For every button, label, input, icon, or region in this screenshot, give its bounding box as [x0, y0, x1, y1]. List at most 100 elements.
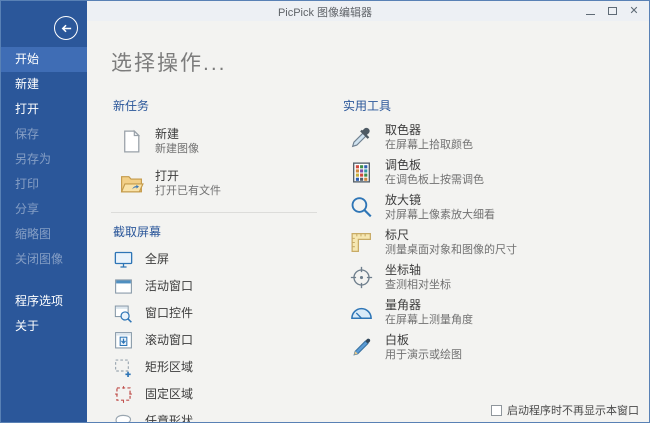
item-crosshair[interactable]: 坐标轴查测相对坐标: [341, 260, 591, 295]
sidebar-item-save-as: 另存为: [1, 147, 87, 172]
item-label: 滚动窗口: [145, 333, 193, 348]
section-header-utilities: 实用工具: [343, 97, 591, 114]
back-arrow-icon: [60, 22, 73, 35]
sidebar-bottom-items: 程序选项关于: [1, 289, 87, 339]
section-header-new-task: 新任务: [113, 97, 325, 114]
item-sublabel: 对屏幕上像素放大细看: [385, 208, 495, 222]
sidebar-item-save: 保存: [1, 122, 87, 147]
item-sublabel: 打开已有文件: [155, 184, 221, 198]
window-magnifier-icon: [113, 303, 134, 324]
minimize-button[interactable]: [579, 1, 601, 21]
item-text: 全屏: [145, 252, 169, 267]
item-rectangle-area[interactable]: 矩形区域: [111, 354, 325, 381]
scrolling-window-icon: [113, 330, 134, 351]
monitor-icon: [113, 249, 134, 270]
maximize-icon: [608, 7, 617, 15]
item-sublabel: 用于演示或绘图: [385, 348, 462, 362]
startup-checkbox[interactable]: [491, 405, 502, 416]
item-fullscreen[interactable]: 全屏: [111, 246, 325, 273]
column-right: 实用工具取色器在屏幕上拾取颜色调色板在调色板上按需调色放大镜对屏幕上像素放大细看…: [341, 93, 591, 423]
close-icon: ✕: [629, 6, 638, 17]
item-new-image[interactable]: 新建新建图像: [111, 120, 325, 162]
close-button[interactable]: ✕: [623, 1, 645, 21]
magnifier-icon: [349, 195, 374, 220]
item-text: 标尺测量桌面对象和图像的尺寸: [385, 228, 517, 257]
item-scrolling-window[interactable]: 滚动窗口: [111, 327, 325, 354]
item-active-window[interactable]: 活动窗口: [111, 273, 325, 300]
active-window-icon: [113, 276, 134, 297]
item-label: 活动窗口: [145, 279, 193, 294]
item-label: 坐标轴: [385, 263, 451, 278]
item-label: 取色器: [385, 123, 473, 138]
item-label: 调色板: [385, 158, 484, 173]
ruler-icon: [349, 230, 374, 255]
back-button[interactable]: [54, 16, 78, 40]
fixed-region-icon: [113, 384, 134, 405]
sidebar-item-thumbnail: 缩略图: [1, 222, 87, 247]
sidebar-main-items: 开始新建打开保存另存为打印分享缩略图关闭图像: [1, 47, 87, 272]
item-text: 活动窗口: [145, 279, 193, 294]
startup-checkbox-label: 启动程序时不再显示本窗口: [507, 402, 639, 418]
open-folder-icon: [119, 171, 144, 196]
item-window-control[interactable]: 窗口控件: [111, 300, 325, 327]
item-color-palette[interactable]: 调色板在调色板上按需调色: [341, 155, 591, 190]
sidebar-item-new[interactable]: 新建: [1, 72, 87, 97]
picpick-window: PicPick 图像编辑器 ✕ 开始新建打开保存另存为打印分享缩略图关闭图像 程…: [0, 0, 650, 423]
item-label: 任意形状: [145, 414, 193, 423]
sidebar-item-start[interactable]: 开始: [1, 47, 87, 72]
item-label: 窗口控件: [145, 306, 193, 321]
item-text: 任意形状: [145, 414, 193, 423]
rectangle-select-icon: [113, 357, 134, 378]
page-title: 选择操作...: [111, 47, 649, 77]
item-ruler[interactable]: 标尺测量桌面对象和图像的尺寸: [341, 225, 591, 260]
item-label: 白板: [385, 333, 462, 348]
item-text: 打开打开已有文件: [155, 169, 221, 198]
new-document-icon: [119, 129, 144, 154]
window-controls: ✕: [579, 1, 645, 21]
sidebar-item-print: 打印: [1, 172, 87, 197]
section-header-screen-capture: 截取屏幕: [113, 223, 325, 240]
column-left: 新任务新建新建图像打开打开已有文件截取屏幕全屏活动窗口窗口控件滚动窗口矩形区域固…: [111, 93, 325, 423]
item-text: 窗口控件: [145, 306, 193, 321]
item-sublabel: 测量桌面对象和图像的尺寸: [385, 243, 517, 257]
eyedropper-icon: [349, 125, 374, 150]
sidebar-item-program-options[interactable]: 程序选项: [1, 289, 87, 314]
startup-checkbox-row[interactable]: 启动程序时不再显示本窗口: [491, 402, 639, 418]
protractor-icon: [349, 300, 374, 325]
item-text: 坐标轴查测相对坐标: [385, 263, 451, 292]
item-magnifier[interactable]: 放大镜对屏幕上像素放大细看: [341, 190, 591, 225]
item-text: 滚动窗口: [145, 333, 193, 348]
crosshair-icon: [349, 265, 374, 290]
item-fixed-area[interactable]: 固定区域: [111, 381, 325, 408]
item-sublabel: 在调色板上按需调色: [385, 173, 484, 187]
item-open-file[interactable]: 打开打开已有文件: [111, 162, 325, 204]
palette-grid-icon: [349, 160, 374, 185]
item-label: 量角器: [385, 298, 473, 313]
item-text: 固定区域: [145, 387, 193, 402]
item-sublabel: 查测相对坐标: [385, 278, 451, 292]
item-label: 全屏: [145, 252, 169, 267]
window-title: PicPick 图像编辑器: [1, 4, 649, 20]
item-text: 放大镜对屏幕上像素放大细看: [385, 193, 495, 222]
item-text: 白板用于演示或绘图: [385, 333, 462, 362]
maximize-button[interactable]: [601, 1, 623, 21]
item-label: 打开: [155, 169, 221, 184]
item-text: 矩形区域: [145, 360, 193, 375]
sidebar-item-open[interactable]: 打开: [1, 97, 87, 122]
item-freehand[interactable]: 任意形状: [111, 408, 325, 423]
sidebar-item-about[interactable]: 关于: [1, 314, 87, 339]
item-protractor[interactable]: 量角器在屏幕上测量角度: [341, 295, 591, 330]
item-label: 标尺: [385, 228, 517, 243]
sidebar-item-share: 分享: [1, 197, 87, 222]
item-text: 新建新建图像: [155, 127, 199, 156]
item-whiteboard[interactable]: 白板用于演示或绘图: [341, 330, 591, 365]
item-label: 放大镜: [385, 193, 495, 208]
item-color-picker[interactable]: 取色器在屏幕上拾取颜色: [341, 120, 591, 155]
item-label: 新建: [155, 127, 199, 142]
item-text: 取色器在屏幕上拾取颜色: [385, 123, 473, 152]
item-label: 固定区域: [145, 387, 193, 402]
item-sublabel: 新建图像: [155, 142, 199, 156]
sidebar: 开始新建打开保存另存为打印分享缩略图关闭图像 程序选项关于: [1, 1, 87, 422]
minimize-icon: [586, 14, 595, 15]
columns: 新任务新建新建图像打开打开已有文件截取屏幕全屏活动窗口窗口控件滚动窗口矩形区域固…: [111, 93, 649, 423]
